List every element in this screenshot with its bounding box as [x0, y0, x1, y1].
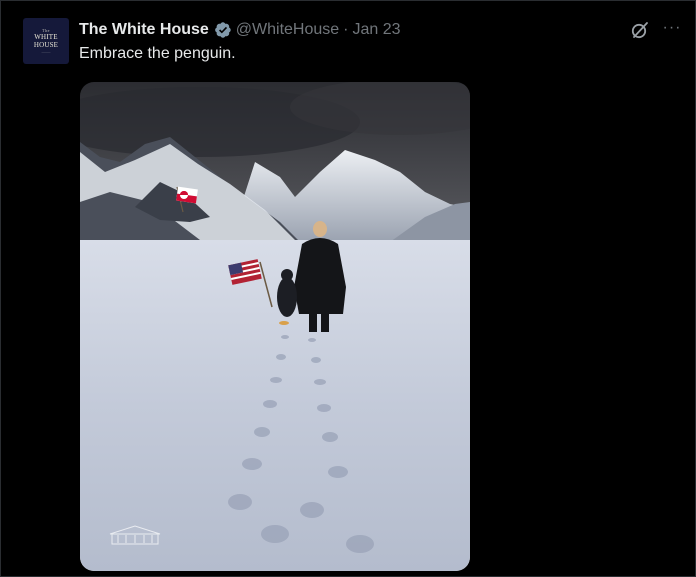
tweet-date[interactable]: Jan 23: [353, 21, 401, 39]
display-name[interactable]: The White House: [79, 21, 209, 39]
avatar-line-2: WHITE: [34, 32, 58, 41]
verified-badge-icon[interactable]: [214, 21, 232, 39]
separator-dot: ·: [343, 21, 349, 38]
tweet-text: Embrace the penguin.: [79, 45, 236, 62]
more-options-icon[interactable]: ···: [661, 19, 683, 39]
avatar[interactable]: The WHITE HOUSE ———: [23, 18, 69, 64]
mountain-snow-walk-image: [80, 82, 470, 571]
avatar-rule: ———: [41, 49, 51, 54]
grok-icon[interactable]: [630, 20, 650, 40]
avatar-line-3: HOUSE: [33, 40, 59, 49]
avatar-line-1: The: [42, 27, 50, 33]
tweet-header: The White House @WhiteHouse · Jan 23: [79, 19, 401, 41]
tweet-card[interactable]: The WHITE HOUSE ——— The White House @Whi…: [0, 0, 696, 577]
handle[interactable]: @WhiteHouse: [236, 21, 339, 39]
tweet-media-image[interactable]: [80, 82, 470, 571]
